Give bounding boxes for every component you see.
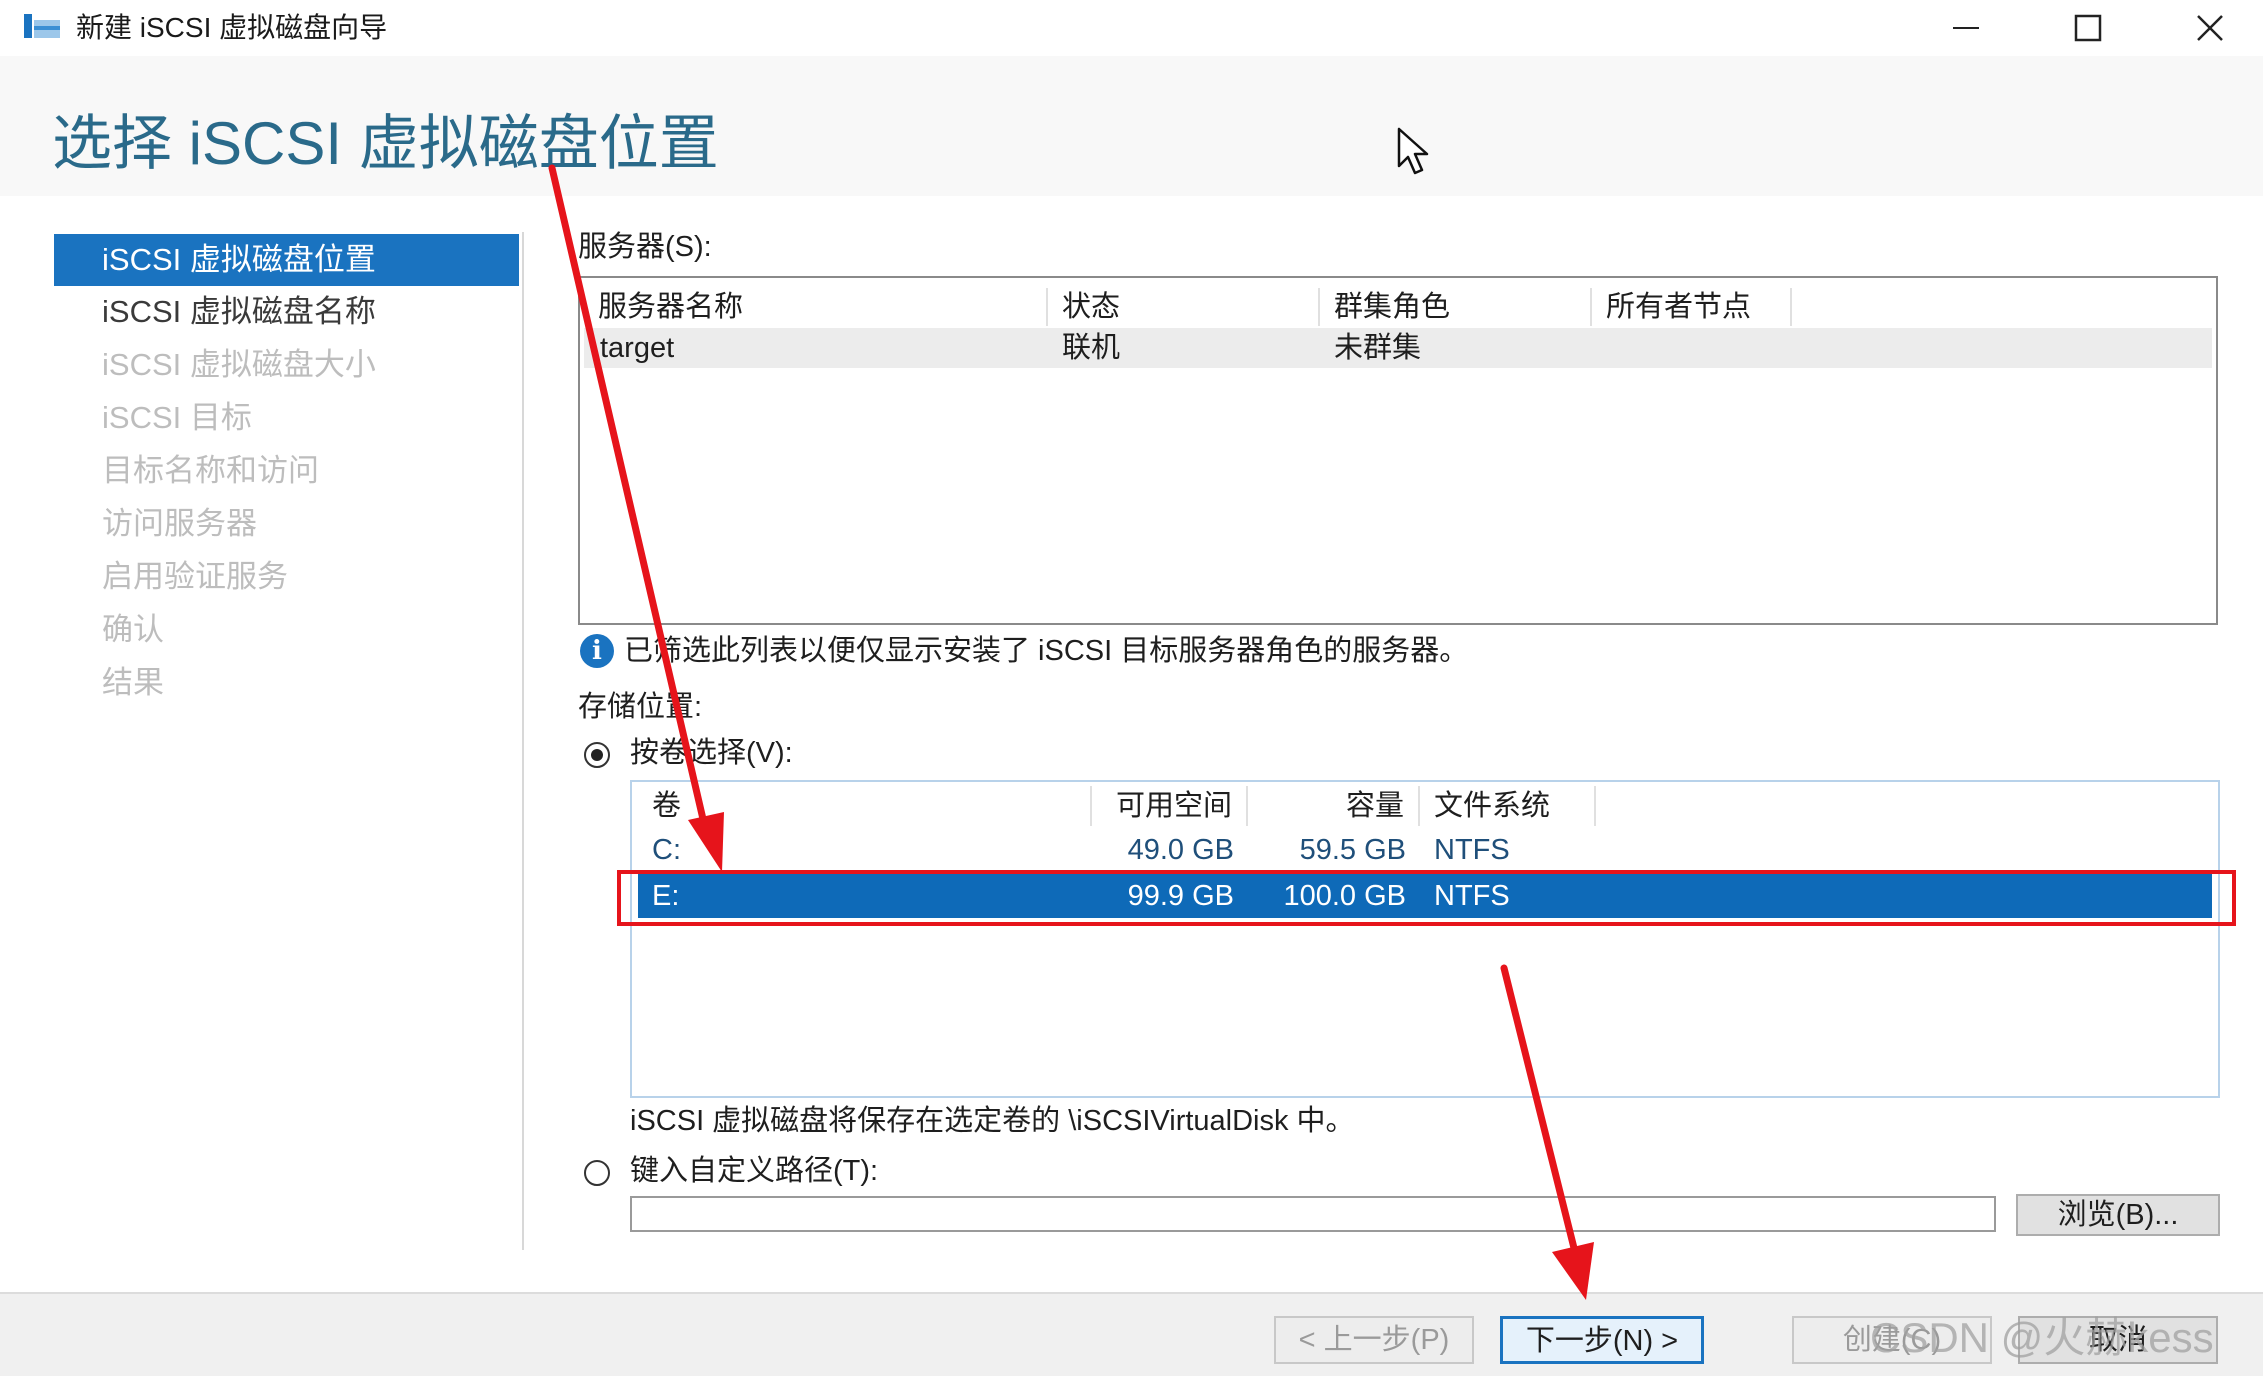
volume-name-cell: C: [652,834,681,866]
step-disk-name[interactable]: iSCSI 虚拟磁盘名称 [54,286,519,338]
nav-divider [522,232,524,1250]
server-manager-icon [24,14,60,38]
annotation-highlight-box [617,870,2236,926]
step-access-servers: 访问服务器 [102,506,257,541]
column-volume[interactable]: 卷 [638,786,1092,826]
step-disk-size: iSCSI 虚拟磁盘大小 [102,347,376,382]
column-server-name[interactable]: 服务器名称 [584,288,1048,326]
next-button[interactable]: 下一步(N) > [1500,1316,1704,1364]
browse-button[interactable]: 浏览(B)... [2016,1194,2220,1236]
column-status[interactable]: 状态 [1048,288,1320,326]
servers-label: 服务器(S): [578,231,712,263]
custom-path-label[interactable]: 键入自定义路径(T): [630,1152,878,1190]
minimize-button[interactable] [1918,0,2014,56]
volume-free-cell: 49.0 GB [1127,834,1234,866]
storage-location-label: 存储位置: [578,691,703,723]
column-capacity[interactable]: 容量 [1248,786,1420,826]
server-cluster-role-cell: 未群集 [1334,332,1422,364]
step-iscsi-target: iSCSI 目标 [102,400,252,435]
page-title: 选择 iSCSI 虚拟磁盘位置 [52,110,719,177]
volume-note: iSCSI 虚拟磁盘将保存在选定卷的 \iSCSIVirtualDisk 中。 [630,1105,1355,1137]
minimize-icon [1953,27,1979,29]
server-row[interactable]: target 联机 未群集 [584,328,2212,368]
step-authentication: 启用验证服务 [102,559,288,594]
server-list[interactable]: 服务器名称 状态 群集角色 所有者节点 target 联机 未群集 [578,276,2218,625]
step-disk-location[interactable]: iSCSI 虚拟磁盘位置 [54,234,519,286]
server-name-cell: target [600,332,675,364]
custom-path-input[interactable] [630,1196,1996,1232]
mouse-cursor-icon [1397,127,1429,175]
column-file-system[interactable]: 文件系统 [1420,786,1596,826]
volume-fs-cell: NTFS [1434,834,1510,866]
volume-row-c[interactable]: C: 49.0 GB 59.5 GB NTFS [638,828,2212,872]
volume-capacity-cell: 59.5 GB [1299,834,1406,866]
info-message: 已筛选此列表以便仅显示安装了 iSCSI 目标服务器角色的服务器。 [624,635,1469,667]
column-cluster-role[interactable]: 群集角色 [1320,288,1592,326]
info-icon: i [580,634,614,668]
close-icon [2197,15,2223,41]
by-volume-label[interactable]: 按卷选择(V): [630,734,793,772]
step-results: 结果 [102,665,164,700]
maximize-icon [2074,14,2102,42]
window-title: 新建 iSCSI 虚拟磁盘向导 [76,12,388,43]
maximize-button[interactable] [2040,0,2136,56]
step-confirmation: 确认 [102,612,164,647]
custom-path-radio[interactable] [584,1160,610,1186]
previous-button[interactable]: < 上一步(P) [1274,1316,1474,1364]
column-owner-node[interactable]: 所有者节点 [1592,288,1792,326]
watermark: CSDN @火赫kess [1870,1314,2214,1361]
close-button[interactable] [2162,0,2258,56]
step-target-name-access: 目标名称和访问 [102,453,319,488]
volume-list[interactable]: 卷 可用空间 容量 文件系统 C: 49.0 GB 59.5 GB NTFS E… [630,780,2220,1098]
column-free-space[interactable]: 可用空间 [1092,786,1248,826]
server-status-cell: 联机 [1062,332,1121,364]
by-volume-radio[interactable] [584,742,610,768]
